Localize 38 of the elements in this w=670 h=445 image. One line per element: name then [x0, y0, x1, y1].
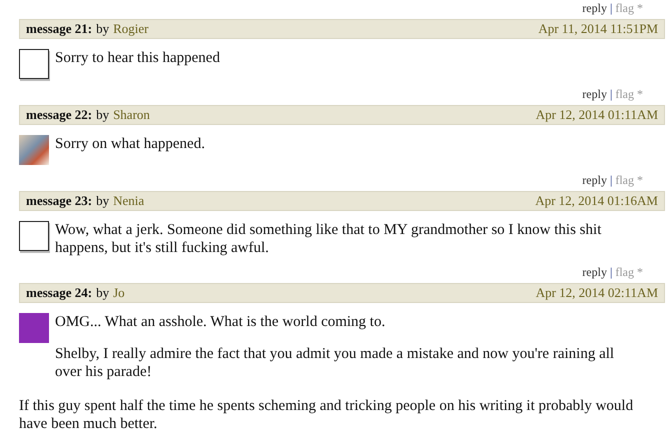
- avatar-placeholder: [19, 49, 49, 79]
- photo-placeholder: [19, 135, 49, 165]
- by-label: by: [96, 192, 110, 210]
- message-text: Shelby, I really admire the fact that you admit you made a mistake and now you're raining all over his parade!: [55, 345, 616, 381]
- message-text: Sorry on what happened.: [55, 135, 206, 153]
- author-link[interactable]: Nenia: [113, 192, 144, 210]
- message-date: Apr 11, 2014 11:51PM: [538, 20, 658, 38]
- avatar-image: [19, 313, 49, 343]
- message-date: Apr 12, 2014 02:11AM: [536, 284, 658, 302]
- separator: |: [610, 87, 612, 101]
- separator: |: [610, 1, 612, 15]
- avatar-placeholder: [19, 221, 49, 251]
- separator: |: [610, 173, 612, 187]
- by-label: by: [96, 284, 110, 302]
- reply-link[interactable]: reply: [582, 87, 607, 101]
- by-label: by: [96, 106, 110, 124]
- author-link[interactable]: Sharon: [113, 106, 150, 124]
- reply-link[interactable]: reply: [582, 265, 607, 279]
- separator: |: [610, 265, 612, 279]
- message-date: Apr 12, 2014 01:16AM: [535, 192, 658, 210]
- message-text: Sorry to hear this happened: [55, 49, 221, 67]
- flag-link[interactable]: flag *: [615, 173, 643, 187]
- reply-link[interactable]: reply: [582, 1, 607, 15]
- message-number: message 22:: [26, 106, 92, 124]
- author-link[interactable]: Jo: [113, 284, 125, 302]
- flag-link[interactable]: flag *: [615, 87, 643, 101]
- reply-link[interactable]: reply: [582, 173, 607, 187]
- message-text: OMG... What an asshole. What is the world coming to.: [55, 313, 386, 331]
- message-number: message 21:: [26, 20, 92, 38]
- message-text: If this guy spent half the time he spents scheming and tricking people on his writing it probably would have been much better.: [19, 397, 634, 433]
- author-link[interactable]: Rogier: [113, 20, 148, 38]
- flag-link[interactable]: flag *: [615, 1, 643, 15]
- message-number: message 24:: [26, 284, 92, 302]
- message-date: Apr 12, 2014 01:11AM: [536, 106, 658, 124]
- message-text: Wow, what a jerk. Someone did something like that to MY grandmother so I know this shit happens, but it's still fucking awful.: [55, 221, 602, 257]
- message-number: message 23:: [26, 192, 92, 210]
- flag-link[interactable]: flag *: [615, 265, 643, 279]
- by-label: by: [96, 20, 110, 38]
